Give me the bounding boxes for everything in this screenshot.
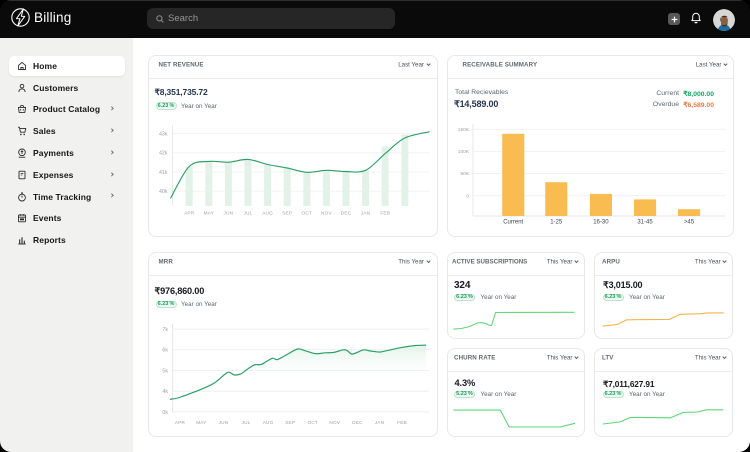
svg-text:40k: 40k [158, 189, 167, 195]
svg-text:JUN: JUN [223, 210, 233, 215]
svg-text:6k: 6k [162, 347, 168, 353]
svg-text:>45: >45 [683, 219, 694, 225]
svg-text:1-25: 1-25 [550, 219, 563, 225]
svg-text:DEC: DEC [340, 210, 351, 215]
svg-text:MAY: MAY [196, 420, 207, 425]
svg-text:MAY: MAY [203, 210, 214, 215]
svg-text:7k: 7k [162, 327, 168, 333]
svg-text:0k: 0k [162, 409, 168, 415]
svg-text:JUL: JUL [243, 210, 252, 215]
svg-text:43k: 43k [158, 131, 167, 137]
svg-text:FEB: FEB [397, 420, 407, 425]
svg-text:42k: 42k [158, 150, 167, 156]
svg-text:5k: 5k [162, 368, 168, 374]
svg-text:FEB: FEB [380, 210, 390, 215]
svg-text:NOV: NOV [321, 210, 332, 215]
svg-text:100K: 100K [457, 149, 469, 155]
svg-text:OCT: OCT [301, 210, 312, 215]
svg-text:AUG: AUG [262, 420, 273, 425]
svg-text:OCT: OCT [307, 420, 318, 425]
svg-text:AUG: AUG [262, 210, 273, 215]
svg-text:4k: 4k [162, 389, 168, 395]
svg-text:0: 0 [466, 193, 469, 199]
svg-text:APR: APR [184, 210, 195, 215]
svg-text:Current: Current [503, 219, 523, 225]
svg-text:DEC: DEC [352, 420, 363, 425]
svg-text:APR: APR [174, 420, 185, 425]
svg-text:JAN: JAN [374, 420, 383, 425]
svg-text:SEP: SEP [285, 420, 295, 425]
svg-text:50K: 50K [460, 171, 469, 177]
svg-text:41k: 41k [158, 169, 167, 175]
svg-text:JUN: JUN [218, 420, 228, 425]
svg-text:NOV: NOV [329, 420, 340, 425]
svg-text:JUL: JUL [241, 420, 250, 425]
svg-text:JAN: JAN [360, 210, 369, 215]
svg-text:16-30: 16-30 [593, 219, 609, 225]
svg-text:SEP: SEP [282, 210, 292, 215]
svg-text:31-45: 31-45 [637, 219, 653, 225]
svg-text:150K: 150K [457, 127, 469, 133]
